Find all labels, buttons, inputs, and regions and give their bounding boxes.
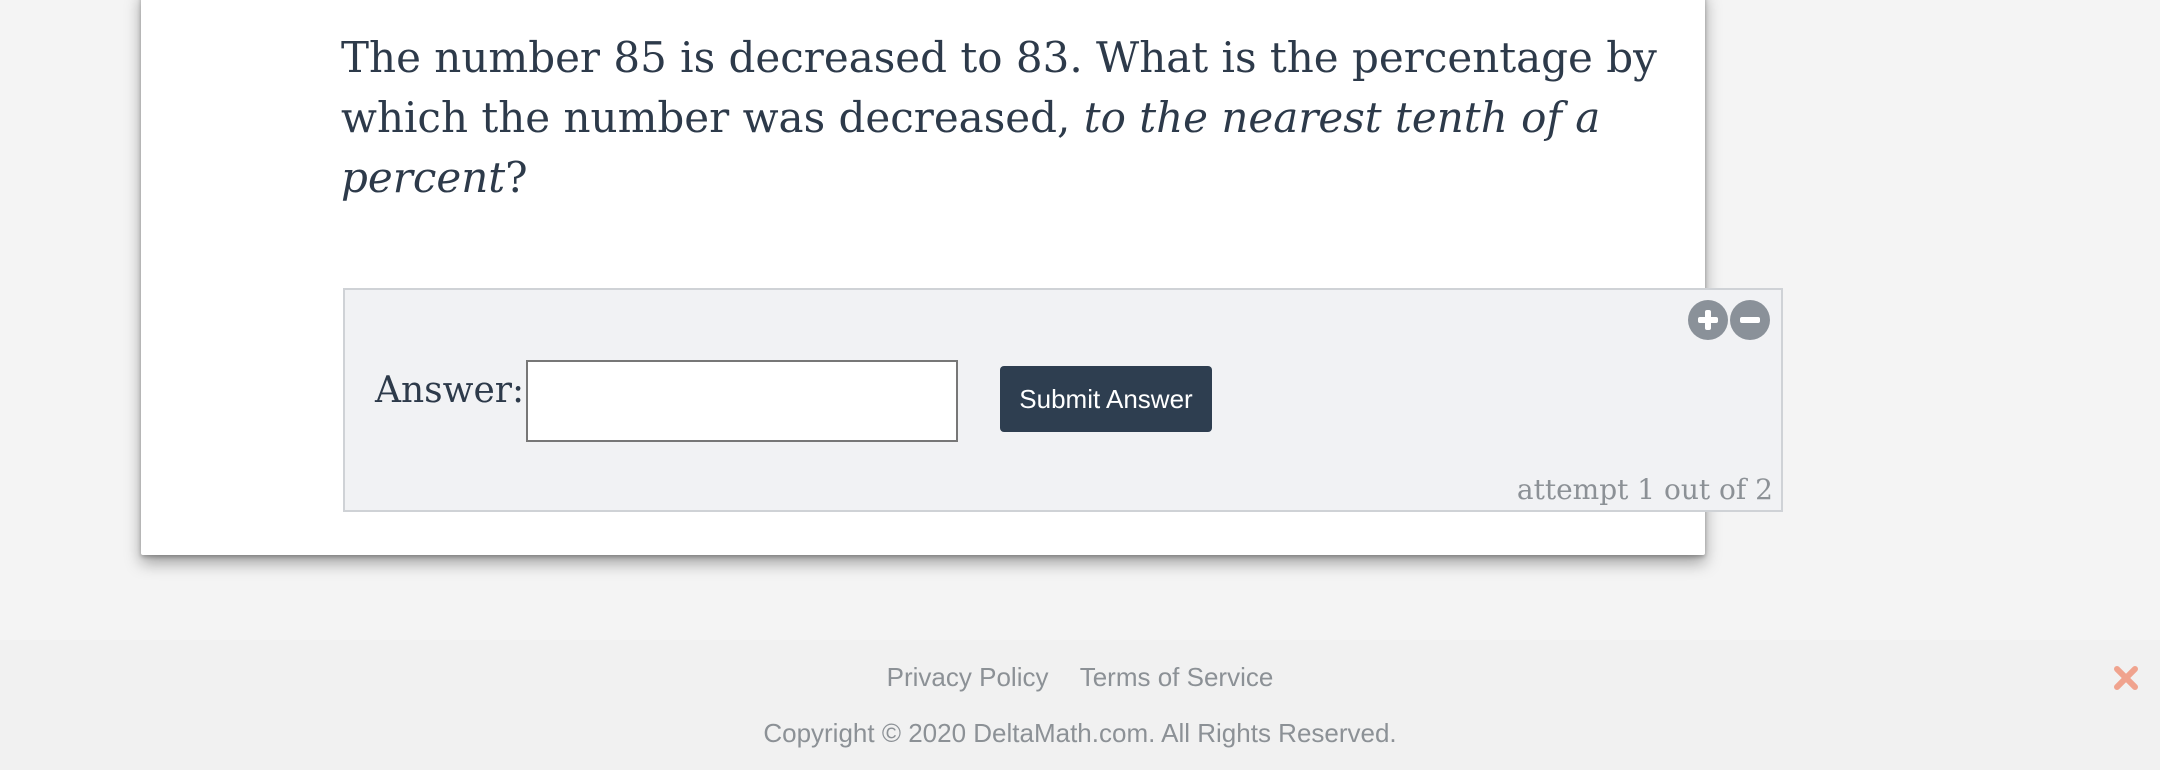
attempt-counter: attempt 1 out of 2: [1516, 473, 1773, 506]
answer-input[interactable]: [526, 360, 958, 442]
zoom-in-button[interactable]: [1688, 300, 1728, 340]
close-icon: [2114, 666, 2138, 690]
close-button[interactable]: [2110, 662, 2142, 694]
footer: Privacy Policy Terms of Service Copyrigh…: [0, 640, 2160, 770]
question-end-text: ?: [505, 153, 528, 202]
copyright-text: Copyright © 2020 DeltaMath.com. All Righ…: [763, 718, 1397, 748]
privacy-policy-link[interactable]: Privacy Policy: [887, 662, 1049, 692]
footer-links: Privacy Policy Terms of Service: [0, 662, 2160, 693]
answer-label: Answer:: [375, 370, 525, 411]
answer-panel: Answer: Submit Answer attempt 1 out of 2: [343, 288, 1783, 512]
terms-of-service-link[interactable]: Terms of Service: [1080, 662, 1274, 692]
submit-answer-button[interactable]: Submit Answer: [1000, 366, 1212, 432]
minus-circle-icon: [1740, 317, 1760, 323]
zoom-out-button[interactable]: [1730, 300, 1770, 340]
plus-circle-icon: [1698, 310, 1718, 330]
question-text: The number 85 is decreased to 83. What i…: [341, 28, 1761, 208]
question-card: The number 85 is decreased to 83. What i…: [141, 0, 1783, 555]
